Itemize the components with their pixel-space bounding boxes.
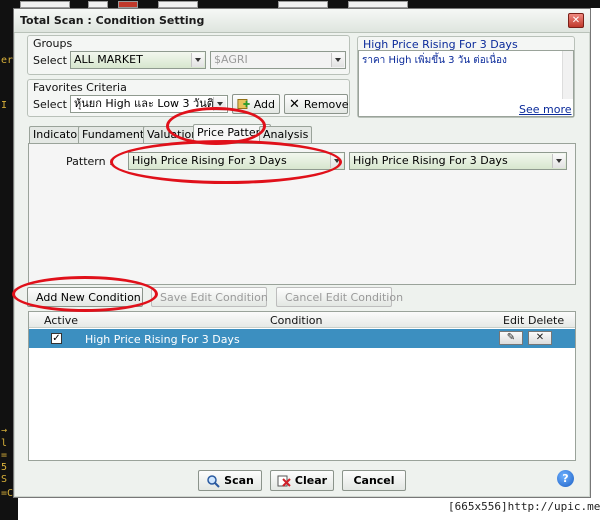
window-title: Total Scan : Condition Setting bbox=[20, 14, 205, 27]
delete-icon: ✕ bbox=[535, 332, 545, 343]
add-label: Add bbox=[253, 97, 275, 111]
bg-tab bbox=[158, 1, 198, 8]
save-edit-condition-button[interactable]: Save Edit Condition bbox=[151, 287, 268, 307]
row-delete-button[interactable]: ✕ bbox=[528, 331, 552, 345]
bg-text: er bbox=[1, 55, 14, 66]
header-condition: Condition bbox=[270, 314, 323, 327]
bg-tab bbox=[278, 1, 328, 8]
groups-label: Groups bbox=[33, 37, 73, 50]
cancel-edit-condition-label: Cancel Edit Condition bbox=[285, 290, 404, 304]
sector-dropdown[interactable]: $AGRI bbox=[210, 51, 346, 69]
market-value: ALL MARKET bbox=[74, 53, 143, 66]
bg-text: → bbox=[1, 425, 8, 436]
description-scrollbar[interactable] bbox=[562, 51, 573, 99]
favorites-label: Favorites Criteria bbox=[33, 81, 127, 94]
remove-favorite-button[interactable]: ✕ Remove bbox=[284, 94, 349, 114]
market-dropdown[interactable]: ALL MARKET bbox=[70, 51, 206, 69]
chevron-down-icon bbox=[191, 53, 204, 67]
pattern-secondary-dropdown[interactable]: High Price Rising For 3 Days bbox=[349, 152, 567, 170]
row-active-checkbox[interactable]: ✓ bbox=[51, 333, 62, 344]
see-more-link[interactable]: See more bbox=[519, 103, 572, 116]
cancel-button[interactable]: Cancel bbox=[342, 470, 406, 491]
header-delete: Delete bbox=[528, 314, 565, 327]
scan-button[interactable]: Scan bbox=[198, 470, 262, 491]
image-watermark: [665x556]http://upic.me/ bbox=[448, 500, 600, 513]
scan-label: Scan bbox=[224, 474, 254, 487]
bg-text: S bbox=[1, 474, 8, 485]
chevron-down-icon bbox=[331, 53, 344, 67]
bg-text: l bbox=[1, 438, 8, 449]
header-active: Active bbox=[44, 314, 79, 327]
groups-select-label: Select : bbox=[33, 54, 75, 67]
clear-icon bbox=[277, 475, 291, 487]
background-toolbar bbox=[18, 0, 600, 8]
remove-label: Remove bbox=[303, 97, 349, 111]
close-button[interactable]: ✕ bbox=[568, 13, 584, 28]
bg-text: I bbox=[1, 100, 8, 111]
annotation-ellipse-pattern bbox=[110, 140, 342, 184]
chevron-down-icon bbox=[552, 154, 565, 168]
header-edit: Edit bbox=[503, 314, 525, 327]
bg-tab bbox=[348, 1, 408, 8]
search-icon bbox=[207, 474, 220, 488]
remove-icon: ✕ bbox=[289, 96, 300, 112]
row-edit-button[interactable]: ✎ bbox=[499, 331, 523, 345]
bg-tab bbox=[20, 1, 70, 8]
save-edit-condition-label: Save Edit Condition bbox=[160, 290, 268, 304]
bg-tab bbox=[118, 1, 138, 8]
bg-tab bbox=[88, 1, 108, 8]
favorites-select-label: Select : bbox=[33, 98, 75, 111]
bg-text: =C bbox=[1, 488, 14, 499]
row-condition: High Price Rising For 3 Days bbox=[85, 333, 240, 346]
bg-text: 5 bbox=[1, 462, 8, 473]
sector-value: $AGRI bbox=[214, 53, 248, 66]
pattern-secondary-value: High Price Rising For 3 Days bbox=[353, 154, 508, 167]
help-icon[interactable]: ? bbox=[557, 470, 574, 487]
close-icon: ✕ bbox=[571, 15, 581, 26]
pencil-icon: ✎ bbox=[506, 332, 516, 343]
annotation-ellipse-add-condition bbox=[12, 276, 158, 312]
pattern-label: Pattern : bbox=[66, 155, 113, 168]
cancel-label: Cancel bbox=[353, 474, 395, 487]
clear-button[interactable]: Clear bbox=[270, 470, 334, 491]
description-text: ราคา High เพิ่มขึ้น 3 วัน ต่อเนื่อง bbox=[362, 55, 507, 66]
cancel-edit-condition-button[interactable]: Cancel Edit Condition bbox=[276, 287, 403, 307]
clear-label: Clear bbox=[294, 474, 328, 487]
bg-text: = bbox=[1, 450, 8, 461]
